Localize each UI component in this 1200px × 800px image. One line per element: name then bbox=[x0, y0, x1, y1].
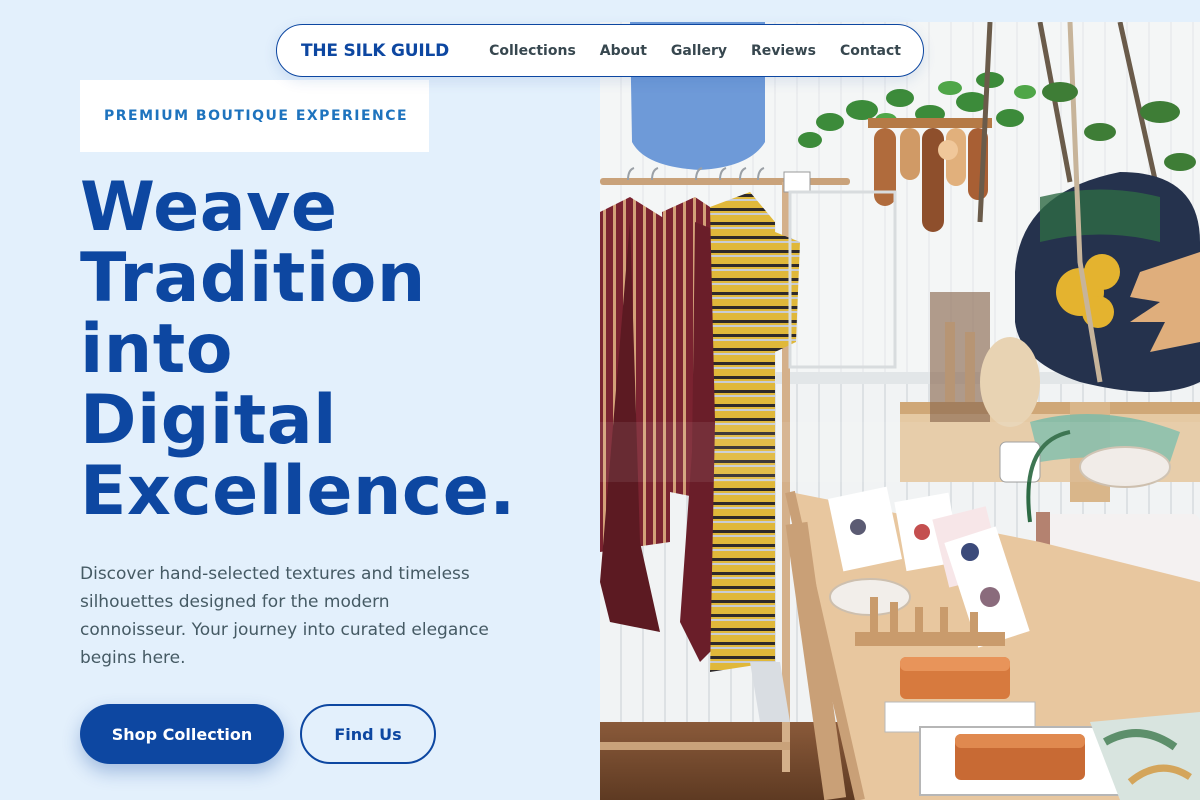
hero-image bbox=[600, 22, 1200, 800]
headline-line: Excellence. bbox=[80, 452, 516, 531]
description-line: begins here. bbox=[80, 648, 186, 668]
nav-link-reviews[interactable]: Reviews bbox=[751, 43, 816, 59]
nav-link-about[interactable]: About bbox=[600, 43, 647, 59]
brand-logo[interactable]: THE SILK GUILD bbox=[301, 41, 449, 61]
nav-links: Collections About Gallery Reviews Contac… bbox=[489, 43, 901, 59]
shop-collection-button[interactable]: Shop Collection bbox=[80, 704, 284, 764]
headline-line: Digital bbox=[80, 381, 337, 460]
eyebrow-badge: PREMIUM BOUTIQUE EXPERIENCE bbox=[80, 80, 429, 152]
headline-line: Tradition bbox=[80, 239, 426, 318]
description-line: Discover hand-selected textures and time… bbox=[80, 564, 470, 584]
nav-link-contact[interactable]: Contact bbox=[840, 43, 901, 59]
top-navigation: THE SILK GUILD Collections About Gallery… bbox=[276, 24, 924, 77]
eyebrow-text: PREMIUM BOUTIQUE EXPERIENCE bbox=[104, 108, 409, 124]
nav-link-gallery[interactable]: Gallery bbox=[671, 43, 727, 59]
find-us-button[interactable]: Find Us bbox=[300, 704, 436, 764]
hero-headline: Weave Tradition into Digital Excellence. bbox=[80, 172, 580, 527]
headline-line: Weave bbox=[80, 168, 338, 247]
nav-link-collections[interactable]: Collections bbox=[489, 43, 576, 59]
description-line: connoisseur. Your journey into curated e… bbox=[80, 620, 489, 640]
headline-line: into bbox=[80, 310, 233, 389]
description-line: silhouettes designed for the modern bbox=[80, 592, 390, 612]
hero-description: Discover hand-selected textures and time… bbox=[80, 560, 550, 672]
